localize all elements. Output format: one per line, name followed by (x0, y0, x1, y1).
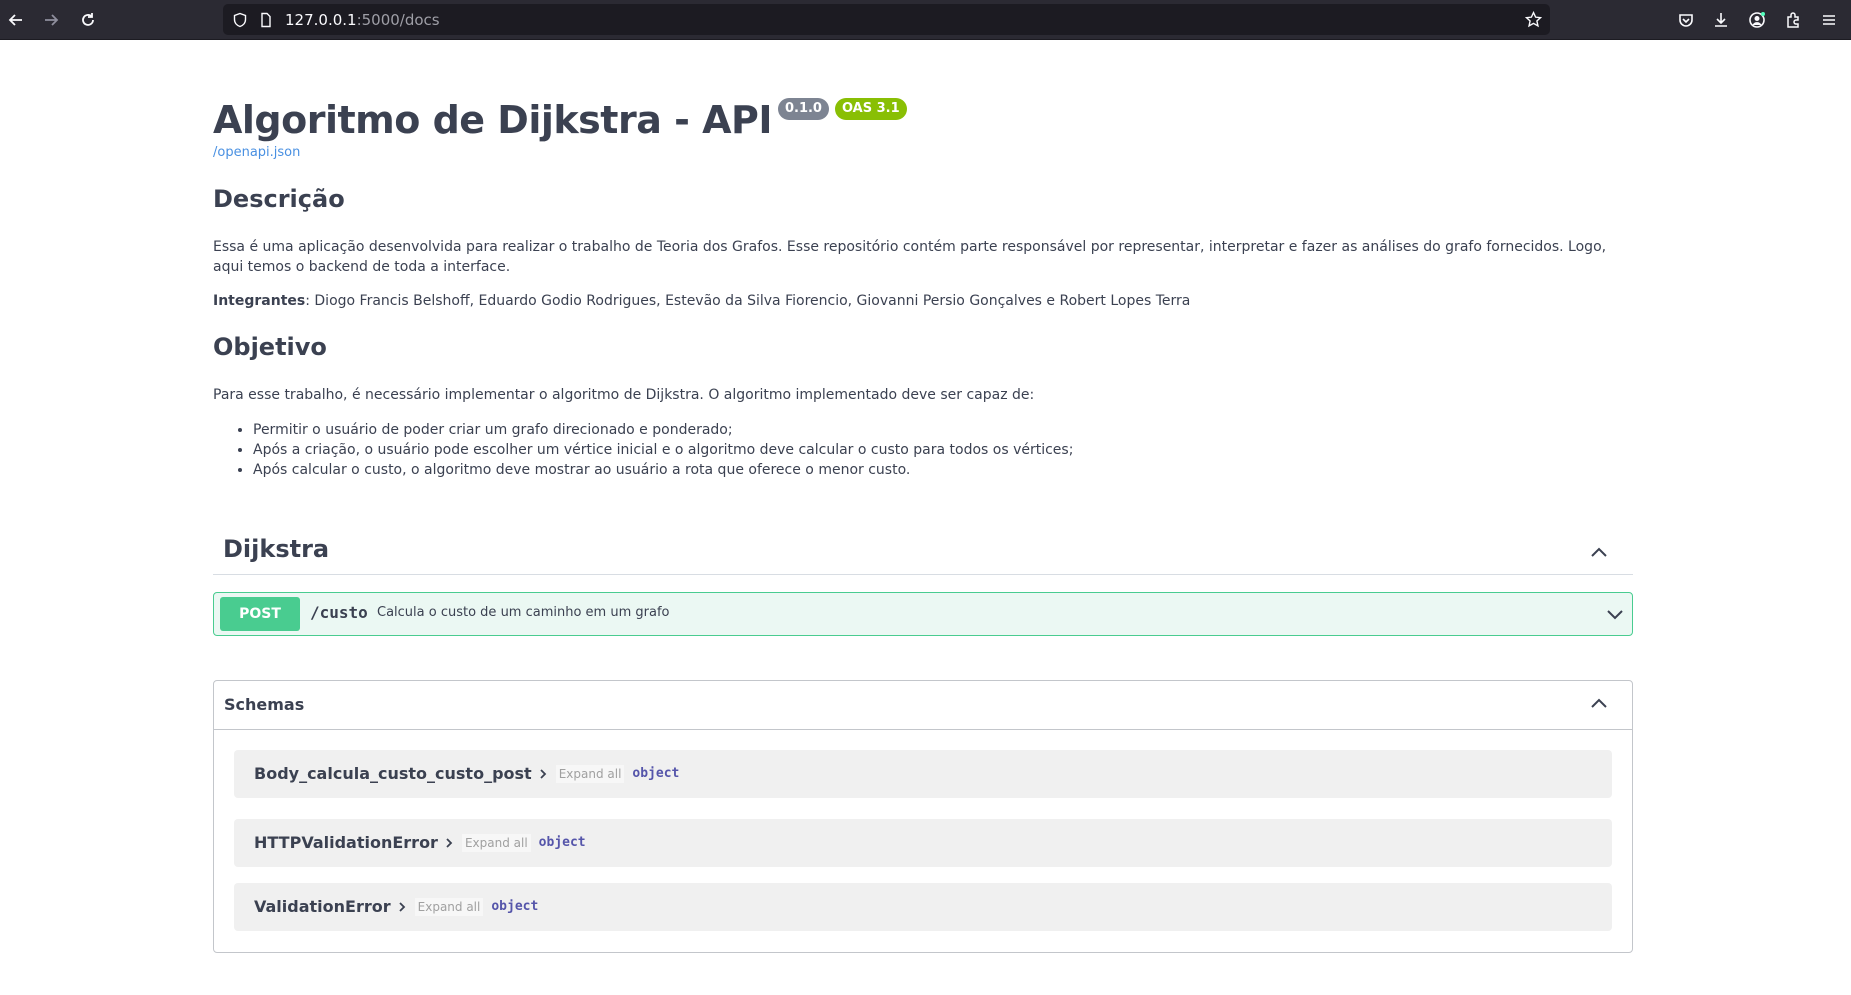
list-item: Após a criação, o usuário pode escolher … (253, 440, 1073, 460)
url-host: 127.0.0.1 (285, 11, 357, 29)
puzzle-icon (1787, 12, 1799, 28)
url-text[interactable]: 127.0.0.1:5000/docs (285, 11, 440, 29)
members-list: : Diogo Francis Belshoff, Eduardo Godio … (305, 293, 1191, 309)
tag-title: Dijkstra (223, 535, 330, 563)
description-heading: Descrição (213, 185, 345, 213)
chevron-up-icon[interactable] (1588, 693, 1610, 715)
url-path: :5000/docs (356, 11, 440, 29)
browser-toolbar: 127.0.0.1:5000/docs (0, 0, 1851, 40)
chevron-up-icon[interactable] (1588, 542, 1610, 564)
members-paragraph: Integrantes: Diogo Francis Belshoff, Edu… (213, 291, 1633, 311)
schemas-section: Schemas Body_calcula_custo_custo_post Ex… (213, 680, 1633, 953)
list-item: Após calcular o custo, o algoritmo deve … (253, 460, 1073, 480)
pocket-icon (1679, 14, 1693, 27)
downloads-button[interactable] (1707, 6, 1735, 34)
hamburger-menu-icon (1823, 15, 1835, 25)
bookmark-star-icon[interactable] (1525, 11, 1542, 28)
menu-button[interactable] (1815, 6, 1843, 34)
schema-type: object (538, 835, 586, 850)
arrow-left-icon (8, 14, 22, 26)
chevron-right-icon[interactable] (444, 837, 454, 848)
download-icon (1715, 13, 1727, 27)
schema-type: object (491, 899, 539, 914)
expand-all-button[interactable]: Expand all (461, 833, 531, 852)
reload-icon (82, 13, 94, 26)
schema-name[interactable]: Body_calcula_custo_custo_post (254, 764, 532, 783)
forward-button[interactable] (37, 6, 65, 34)
schema-model[interactable]: Body_calcula_custo_custo_post Expand all… (234, 750, 1612, 798)
chevron-right-icon[interactable] (397, 901, 407, 912)
extensions-button[interactable] (1779, 6, 1807, 34)
schema-name[interactable]: HTTPValidationError (254, 833, 438, 852)
chevron-down-icon[interactable] (1604, 603, 1626, 625)
arrow-right-icon (45, 14, 59, 26)
page-title: Algoritmo de Dijkstra - API (213, 98, 772, 142)
api-title-row: Algoritmo de Dijkstra - API 0.1.0 OAS 3.… (213, 92, 907, 148)
schema-type: object (632, 766, 680, 781)
list-item: Permitir o usuário de poder criar um gra… (253, 420, 1073, 440)
url-bar[interactable]: 127.0.0.1:5000/docs (223, 4, 1550, 35)
schemas-title: Schemas (224, 695, 305, 714)
schema-model[interactable]: HTTPValidationError Expand all object (234, 819, 1612, 867)
objective-list: Permitir o usuário de poder criar um gra… (213, 420, 1073, 480)
tag-section-dijkstra[interactable]: Dijkstra (213, 530, 1633, 575)
oas-badge: OAS 3.1 (834, 98, 907, 120)
members-label: Integrantes (213, 293, 306, 309)
expand-all-button[interactable]: Expand all (555, 764, 625, 783)
openapi-json-link[interactable]: /openapi.json (213, 145, 300, 160)
endpoint-path: /custo (310, 603, 368, 622)
endpoint-summary: Calcula o custo de um caminho em um graf… (377, 605, 670, 620)
account-icon (1749, 12, 1765, 28)
version-badge: 0.1.0 (777, 98, 829, 120)
http-method-badge: POST (220, 597, 300, 631)
schema-name[interactable]: ValidationError (254, 897, 391, 916)
back-button[interactable] (2, 6, 30, 34)
page-icon (257, 11, 274, 28)
schemas-header[interactable]: Schemas (214, 681, 1632, 730)
pocket-button[interactable] (1672, 6, 1700, 34)
objective-heading: Objetivo (213, 333, 327, 361)
shield-icon[interactable] (231, 11, 248, 28)
expand-all-button[interactable]: Expand all (414, 897, 484, 916)
account-button[interactable] (1743, 6, 1771, 34)
operation-post-custo[interactable]: POST /custo Calcula o custo de um caminh… (213, 592, 1633, 636)
objective-intro: Para esse trabalho, é necessário impleme… (213, 387, 1035, 403)
schema-model[interactable]: ValidationError Expand all object (234, 883, 1612, 931)
description-paragraph: Essa é uma aplicação desenvolvida para r… (213, 239, 1607, 275)
reload-button[interactable] (74, 6, 102, 34)
chevron-right-icon[interactable] (538, 768, 548, 779)
swagger-page: Algoritmo de Dijkstra - API 0.1.0 OAS 3.… (0, 40, 1851, 995)
